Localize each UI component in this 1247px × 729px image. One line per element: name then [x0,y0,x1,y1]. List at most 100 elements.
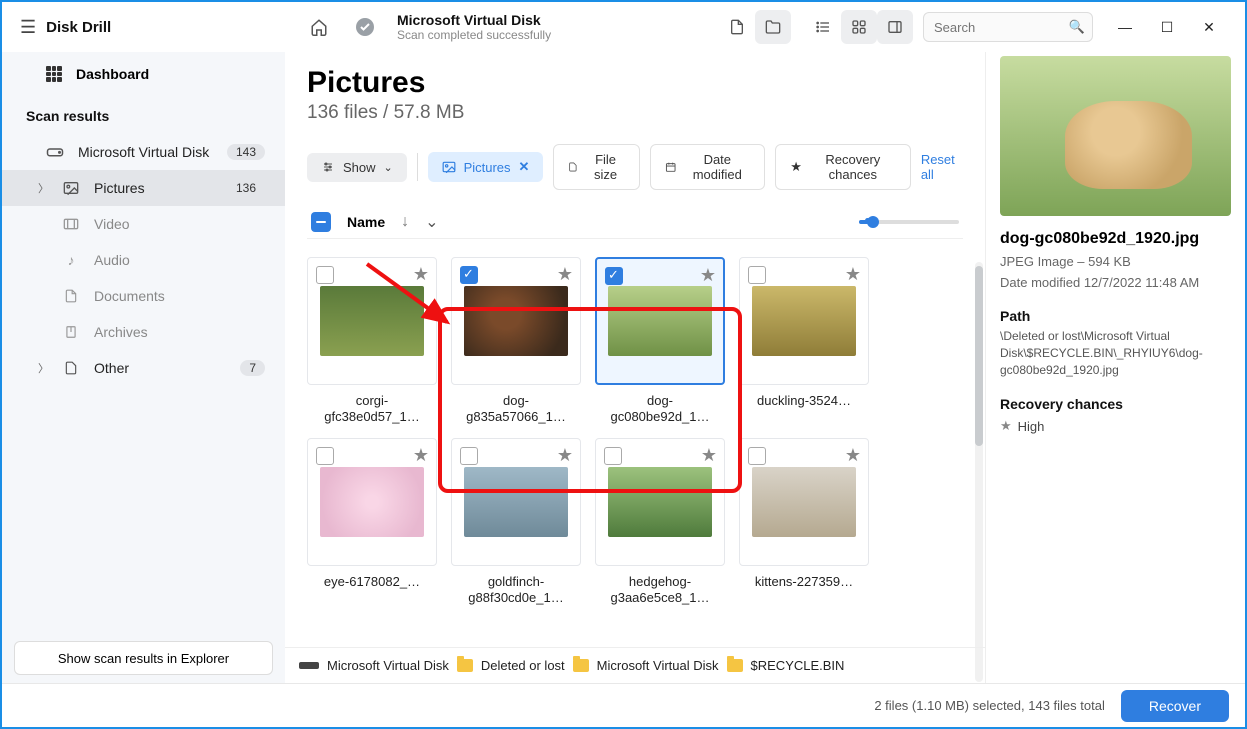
scan-results-section: Scan results [2,98,285,134]
count-badge: 7 [240,360,265,376]
select-all-checkbox[interactable] [311,212,331,232]
search-input[interactable] [923,12,1093,42]
file-thumbnail [320,467,424,537]
minimize-button[interactable]: — [1105,11,1145,43]
file-card[interactable]: ★ corgi-gfc38e0d57_1… [307,257,437,426]
sidebar-item-label: Video [94,216,130,232]
selection-status: 2 files (1.10 MB) selected, 143 files to… [874,698,1105,713]
scrollbar-thumb[interactable] [975,266,983,446]
file-thumbnail [608,286,712,356]
favorite-star-icon[interactable]: ★ [845,445,861,466]
folder-icon [457,659,473,672]
favorite-star-icon[interactable]: ★ [413,445,429,466]
favorite-star-icon[interactable]: ★ [700,265,716,286]
file-checkbox[interactable] [460,447,478,465]
date-modified-filter-button[interactable]: Date modified [650,144,765,190]
preview-image [1000,56,1231,216]
panel-view-icon[interactable] [877,10,913,44]
other-icon [62,360,80,376]
sidebar-item-other[interactable]: 〉 Other 7 [2,350,285,386]
detail-filename: dog-gc080be92d_1920.jpg [1000,230,1231,248]
folder-icon[interactable] [755,10,791,44]
filter-label: Show [343,160,376,175]
file-card[interactable]: ★kittens-227359… [739,438,869,607]
sidebar-item-audio[interactable]: ♪ Audio [2,242,285,278]
close-button[interactable]: ✕ [1189,11,1229,43]
remove-filter-icon[interactable]: ✕ [519,159,530,175]
breadcrumb-segment[interactable]: Microsoft Virtual Disk [597,658,719,673]
dashboard-label: Dashboard [76,66,149,82]
sort-bar: Name ↓ ⌄ [307,198,963,239]
pictures-icon [62,181,80,195]
file-icon[interactable] [719,10,755,44]
drive-icon [46,146,64,158]
status-check-icon [347,10,383,44]
divider [417,153,418,181]
file-card[interactable]: ★ hedgehog-g3aa6e5ce8_1… [595,438,725,607]
file-checkbox[interactable] [460,266,478,284]
sidebar-item-pictures[interactable]: 〉 Pictures 136 [2,170,285,206]
favorite-star-icon[interactable]: ★ [701,445,717,466]
file-card[interactable]: ★dog-gc080be92d_1… [595,257,725,426]
detail-date: Date modified 12/7/2022 11:48 AM [1000,275,1231,290]
favorite-star-icon[interactable]: ★ [845,264,861,285]
home-icon[interactable] [301,10,337,44]
file-checkbox[interactable] [316,447,334,465]
file-name-label: hedgehog-g3aa6e5ce8_1… [600,574,720,607]
scrollbar[interactable] [975,262,983,682]
file-card[interactable]: ★ eye-6178082_… [307,438,437,607]
grid-view-icon[interactable] [841,10,877,44]
sidebar-item-archives[interactable]: Archives [2,314,285,350]
file-checkbox[interactable] [748,447,766,465]
file-checkbox[interactable] [748,266,766,284]
zoom-slider[interactable] [859,220,959,224]
count-badge: 143 [227,144,265,160]
breadcrumb-segment[interactable]: $RECYCLE.BIN [751,658,845,673]
maximize-button[interactable]: ☐ [1147,11,1187,43]
hamburger-icon[interactable]: ☰ [20,17,36,38]
file-thumbnail [464,286,568,356]
sidebar-dashboard[interactable]: Dashboard [2,60,285,98]
filter-label: Pictures [464,160,511,175]
folder-icon [573,659,589,672]
sort-direction-icon[interactable]: ↓ [401,213,409,231]
sidebar-item-label: Audio [94,252,130,268]
show-filter-button[interactable]: Show ⌄ [307,153,407,182]
search-box[interactable]: 🔍 [923,12,1093,42]
file-checkbox[interactable] [316,266,334,284]
list-view-icon[interactable] [805,10,841,44]
file-size-filter-button[interactable]: File size [553,144,639,190]
reset-all-link[interactable]: Reset all [921,152,963,182]
file-card[interactable]: ★ dog-g835a57066_1… [451,257,581,426]
disk-icon [299,662,319,669]
expand-icon[interactable]: ⌄ [425,212,438,232]
file-name-label: eye-6178082_… [324,574,420,590]
file-name-label: corgi-gfc38e0d57_1… [312,393,432,426]
file-card[interactable]: ★goldfinch-g88f30cd0e_1… [451,438,581,607]
file-thumbnail [608,467,712,537]
pictures-filter-chip[interactable]: Pictures ✕ [428,152,544,182]
sidebar-item-documents[interactable]: Documents [2,278,285,314]
file-checkbox[interactable] [604,447,622,465]
sidebar-item-video[interactable]: Video [2,206,285,242]
show-in-explorer-button[interactable]: Show scan results in Explorer [14,641,273,675]
file-card[interactable]: ★duckling-3524… [739,257,869,426]
favorite-star-icon[interactable]: ★ [413,264,429,285]
favorite-star-icon[interactable]: ★ [557,264,573,285]
file-checkbox[interactable] [605,267,623,285]
recover-button[interactable]: Recover [1121,690,1229,722]
file-thumbnail [464,467,568,537]
volume-title: Microsoft Virtual Disk [397,12,551,28]
sidebar-item-disk[interactable]: Microsoft Virtual Disk 143 [2,134,285,170]
sort-name-header[interactable]: Name [347,214,385,230]
audio-icon: ♪ [62,252,80,268]
recovery-chances-filter-button[interactable]: ★ Recovery chances [775,144,911,190]
detail-path: \Deleted or lost\Microsoft Virtual Disk\… [1000,328,1231,378]
filter-label: File size [586,152,625,182]
file-name-label: dog-g835a57066_1… [456,393,576,426]
breadcrumb-segment[interactable]: Deleted or lost [481,658,565,673]
search-icon[interactable]: 🔍 [1069,19,1085,35]
favorite-star-icon[interactable]: ★ [557,445,573,466]
chevron-icon: 〉 [38,360,48,376]
breadcrumb-segment[interactable]: Microsoft Virtual Disk [327,658,449,673]
